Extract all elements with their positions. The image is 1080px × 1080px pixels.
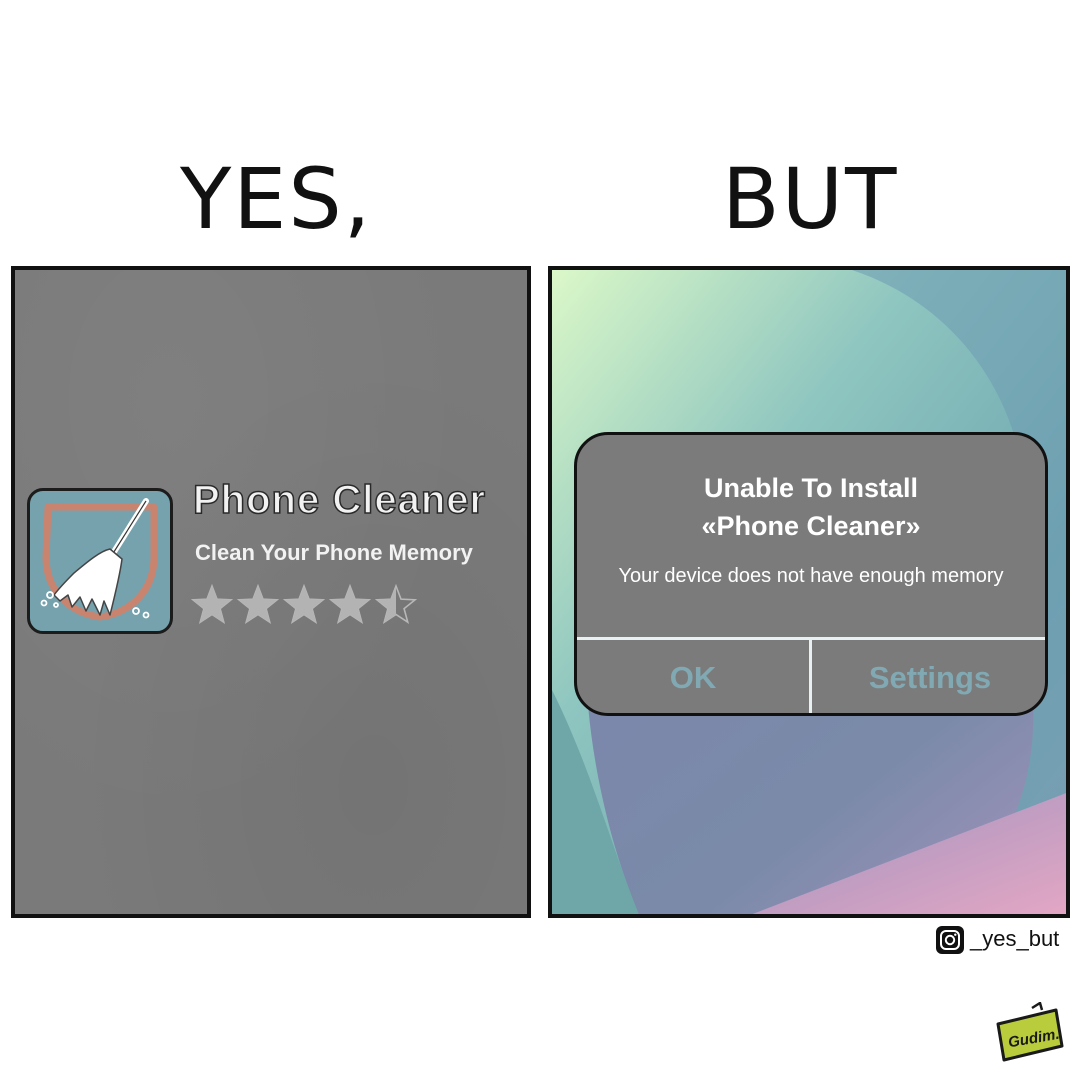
settings-button[interactable]: Settings bbox=[812, 640, 1045, 713]
install-error-dialog: Unable To Install «Phone Cleaner» Your d… bbox=[574, 432, 1048, 716]
left-panel: Phone Cleaner Clean Your Phone Memory bbox=[11, 266, 531, 918]
dialog-message: Your device does not have enough memory bbox=[618, 565, 1004, 587]
app-subtitle: Clean Your Phone Memory bbox=[195, 540, 473, 565]
rating-star-icon bbox=[330, 586, 370, 623]
heading-but: BUT bbox=[722, 150, 899, 248]
rating-star-icon bbox=[238, 586, 278, 623]
broom-shield-icon bbox=[40, 498, 158, 621]
ok-button[interactable]: OK bbox=[577, 640, 809, 713]
heading-yes: YES, bbox=[180, 150, 373, 248]
instagram-handle: _yes_but bbox=[970, 926, 1060, 951]
rating-star-icon bbox=[284, 586, 324, 623]
dialog-title: Unable To Install bbox=[703, 473, 919, 503]
app-title: Phone Cleaner bbox=[192, 477, 487, 523]
rating-stars bbox=[191, 584, 418, 624]
rating-star-icon bbox=[192, 586, 232, 623]
dialog-app-name: «Phone Cleaner» bbox=[701, 511, 921, 541]
right-panel: Unable To Install «Phone Cleaner» Your d… bbox=[548, 266, 1070, 918]
app-icon[interactable] bbox=[27, 488, 173, 634]
instagram-icon bbox=[936, 926, 964, 954]
